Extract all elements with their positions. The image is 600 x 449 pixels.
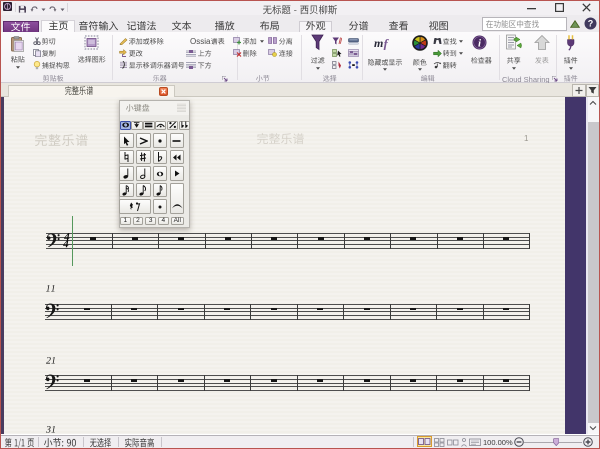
svg-text:f: f [384,36,390,50]
svg-text:m: m [374,36,383,50]
svg-text:?: ? [587,19,593,29]
